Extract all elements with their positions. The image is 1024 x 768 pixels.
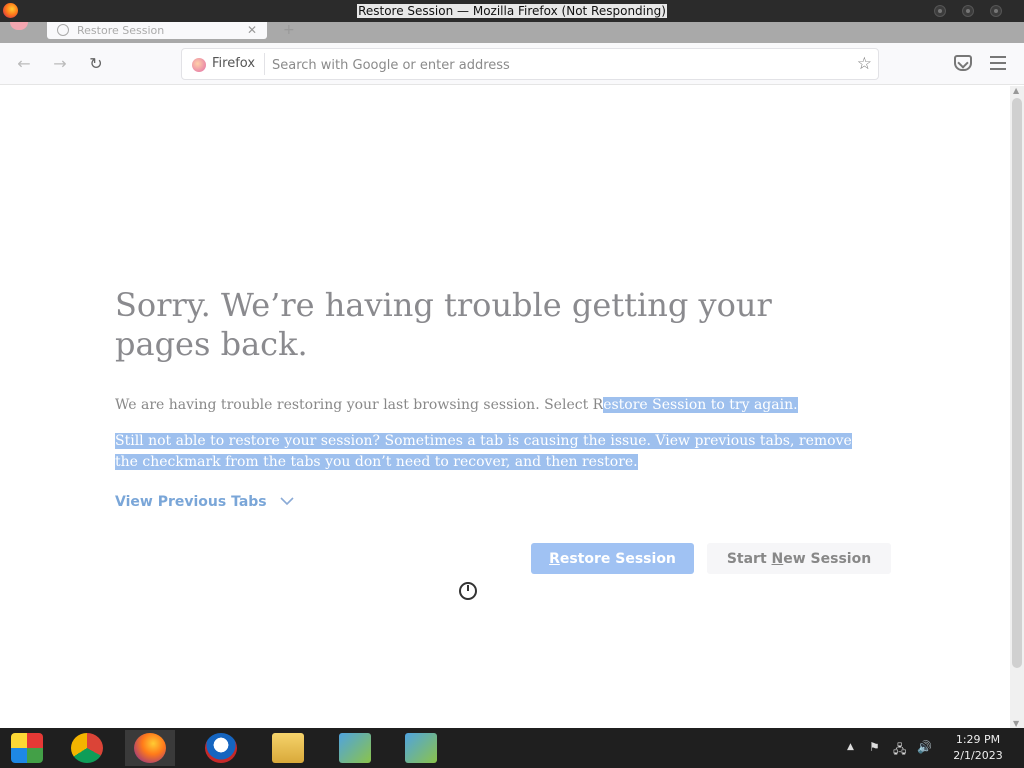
tab-restore-session[interactable]: Restore Session ✕ (47, 22, 267, 39)
page-heading: Sorry. We’re having trouble getting your… (115, 286, 772, 363)
restore-session-button[interactable]: Restore Session (531, 543, 694, 574)
tab-title: Restore Session (77, 24, 165, 37)
start-button[interactable] (2, 730, 52, 766)
start-new-session-button[interactable]: Start New Session (707, 543, 891, 574)
tray-expand-icon[interactable]: ▲ (847, 742, 854, 752)
volume-icon[interactable]: 🔊 (917, 740, 932, 754)
obama-logo-icon (205, 733, 237, 763)
bookmark-star-icon[interactable]: ☆ (857, 54, 872, 74)
chrome-icon (71, 733, 103, 763)
identity-label: Firefox (212, 56, 256, 71)
address-input[interactable] (272, 55, 832, 75)
file-explorer-icon (272, 733, 304, 763)
session-restore-help: Still not able to restore your session? … (115, 433, 852, 470)
window-titlebar[interactable]: Restore Session — Mozilla Firefox (Not R… (0, 0, 1024, 22)
globe-icon (57, 24, 69, 36)
tab-close-icon[interactable]: ✕ (247, 23, 257, 37)
taskbar-firefox[interactable] (125, 730, 175, 766)
start-icon (11, 733, 43, 763)
session-restore-description: We are having trouble restoring your las… (115, 397, 798, 413)
clock-date: 2/1/2023 (953, 749, 1003, 762)
url-bar[interactable]: Firefox ☆ (181, 48, 879, 80)
tab-strip: Restore Session ✕ + (0, 22, 1024, 43)
forward-button[interactable]: → (49, 53, 71, 75)
vertical-scrollbar[interactable]: ▲ ▼ (1010, 86, 1024, 728)
action-center-flag-icon[interactable]: ⚑ (869, 740, 880, 754)
scroll-up-icon[interactable]: ▲ (1013, 86, 1019, 95)
hamburger-menu-icon[interactable] (990, 56, 1006, 74)
view-previous-tabs-link[interactable]: View Previous Tabs (115, 494, 267, 510)
taskbar-installer-2[interactable] (396, 730, 446, 766)
taskbar-installer-1[interactable] (330, 730, 380, 766)
busy-cursor-icon (459, 582, 477, 600)
reload-button[interactable]: ↻ (85, 53, 107, 75)
firefox-view-icon[interactable] (10, 22, 28, 30)
installer-icon (339, 733, 371, 763)
chevron-down-icon[interactable] (280, 494, 294, 508)
taskbar-obama-logo[interactable] (196, 730, 246, 766)
urlbar-separator (264, 53, 265, 75)
back-button[interactable]: ← (13, 53, 35, 75)
installer-icon (405, 733, 437, 763)
close-window-button[interactable] (990, 5, 1002, 17)
taskbar-file-explorer[interactable] (263, 730, 313, 766)
window-title: Restore Session — Mozilla Firefox (Not R… (357, 4, 667, 18)
page-content: Sorry. We’re having trouble getting your… (0, 86, 1010, 728)
new-tab-button[interactable]: + (283, 22, 295, 38)
taskbar-chrome[interactable] (62, 730, 112, 766)
navigation-toolbar: ← → ↻ Firefox ☆ (0, 43, 1024, 85)
pocket-icon[interactable] (954, 55, 972, 71)
firefox-icon (134, 733, 166, 763)
firefox-identity-icon (192, 58, 206, 72)
minimize-button[interactable] (934, 5, 946, 17)
scrollbar-thumb[interactable] (1012, 98, 1022, 668)
network-icon[interactable]: 🖧 (893, 740, 906, 761)
system-clock[interactable]: 1:29 PM 2/1/2023 (948, 732, 1008, 764)
scroll-down-icon[interactable]: ▼ (1013, 719, 1019, 728)
clock-time: 1:29 PM (955, 733, 1001, 746)
maximize-button[interactable] (962, 5, 974, 17)
taskbar: ▲ ⚑ 🖧 🔊 1:29 PM 2/1/2023 (0, 728, 1024, 768)
